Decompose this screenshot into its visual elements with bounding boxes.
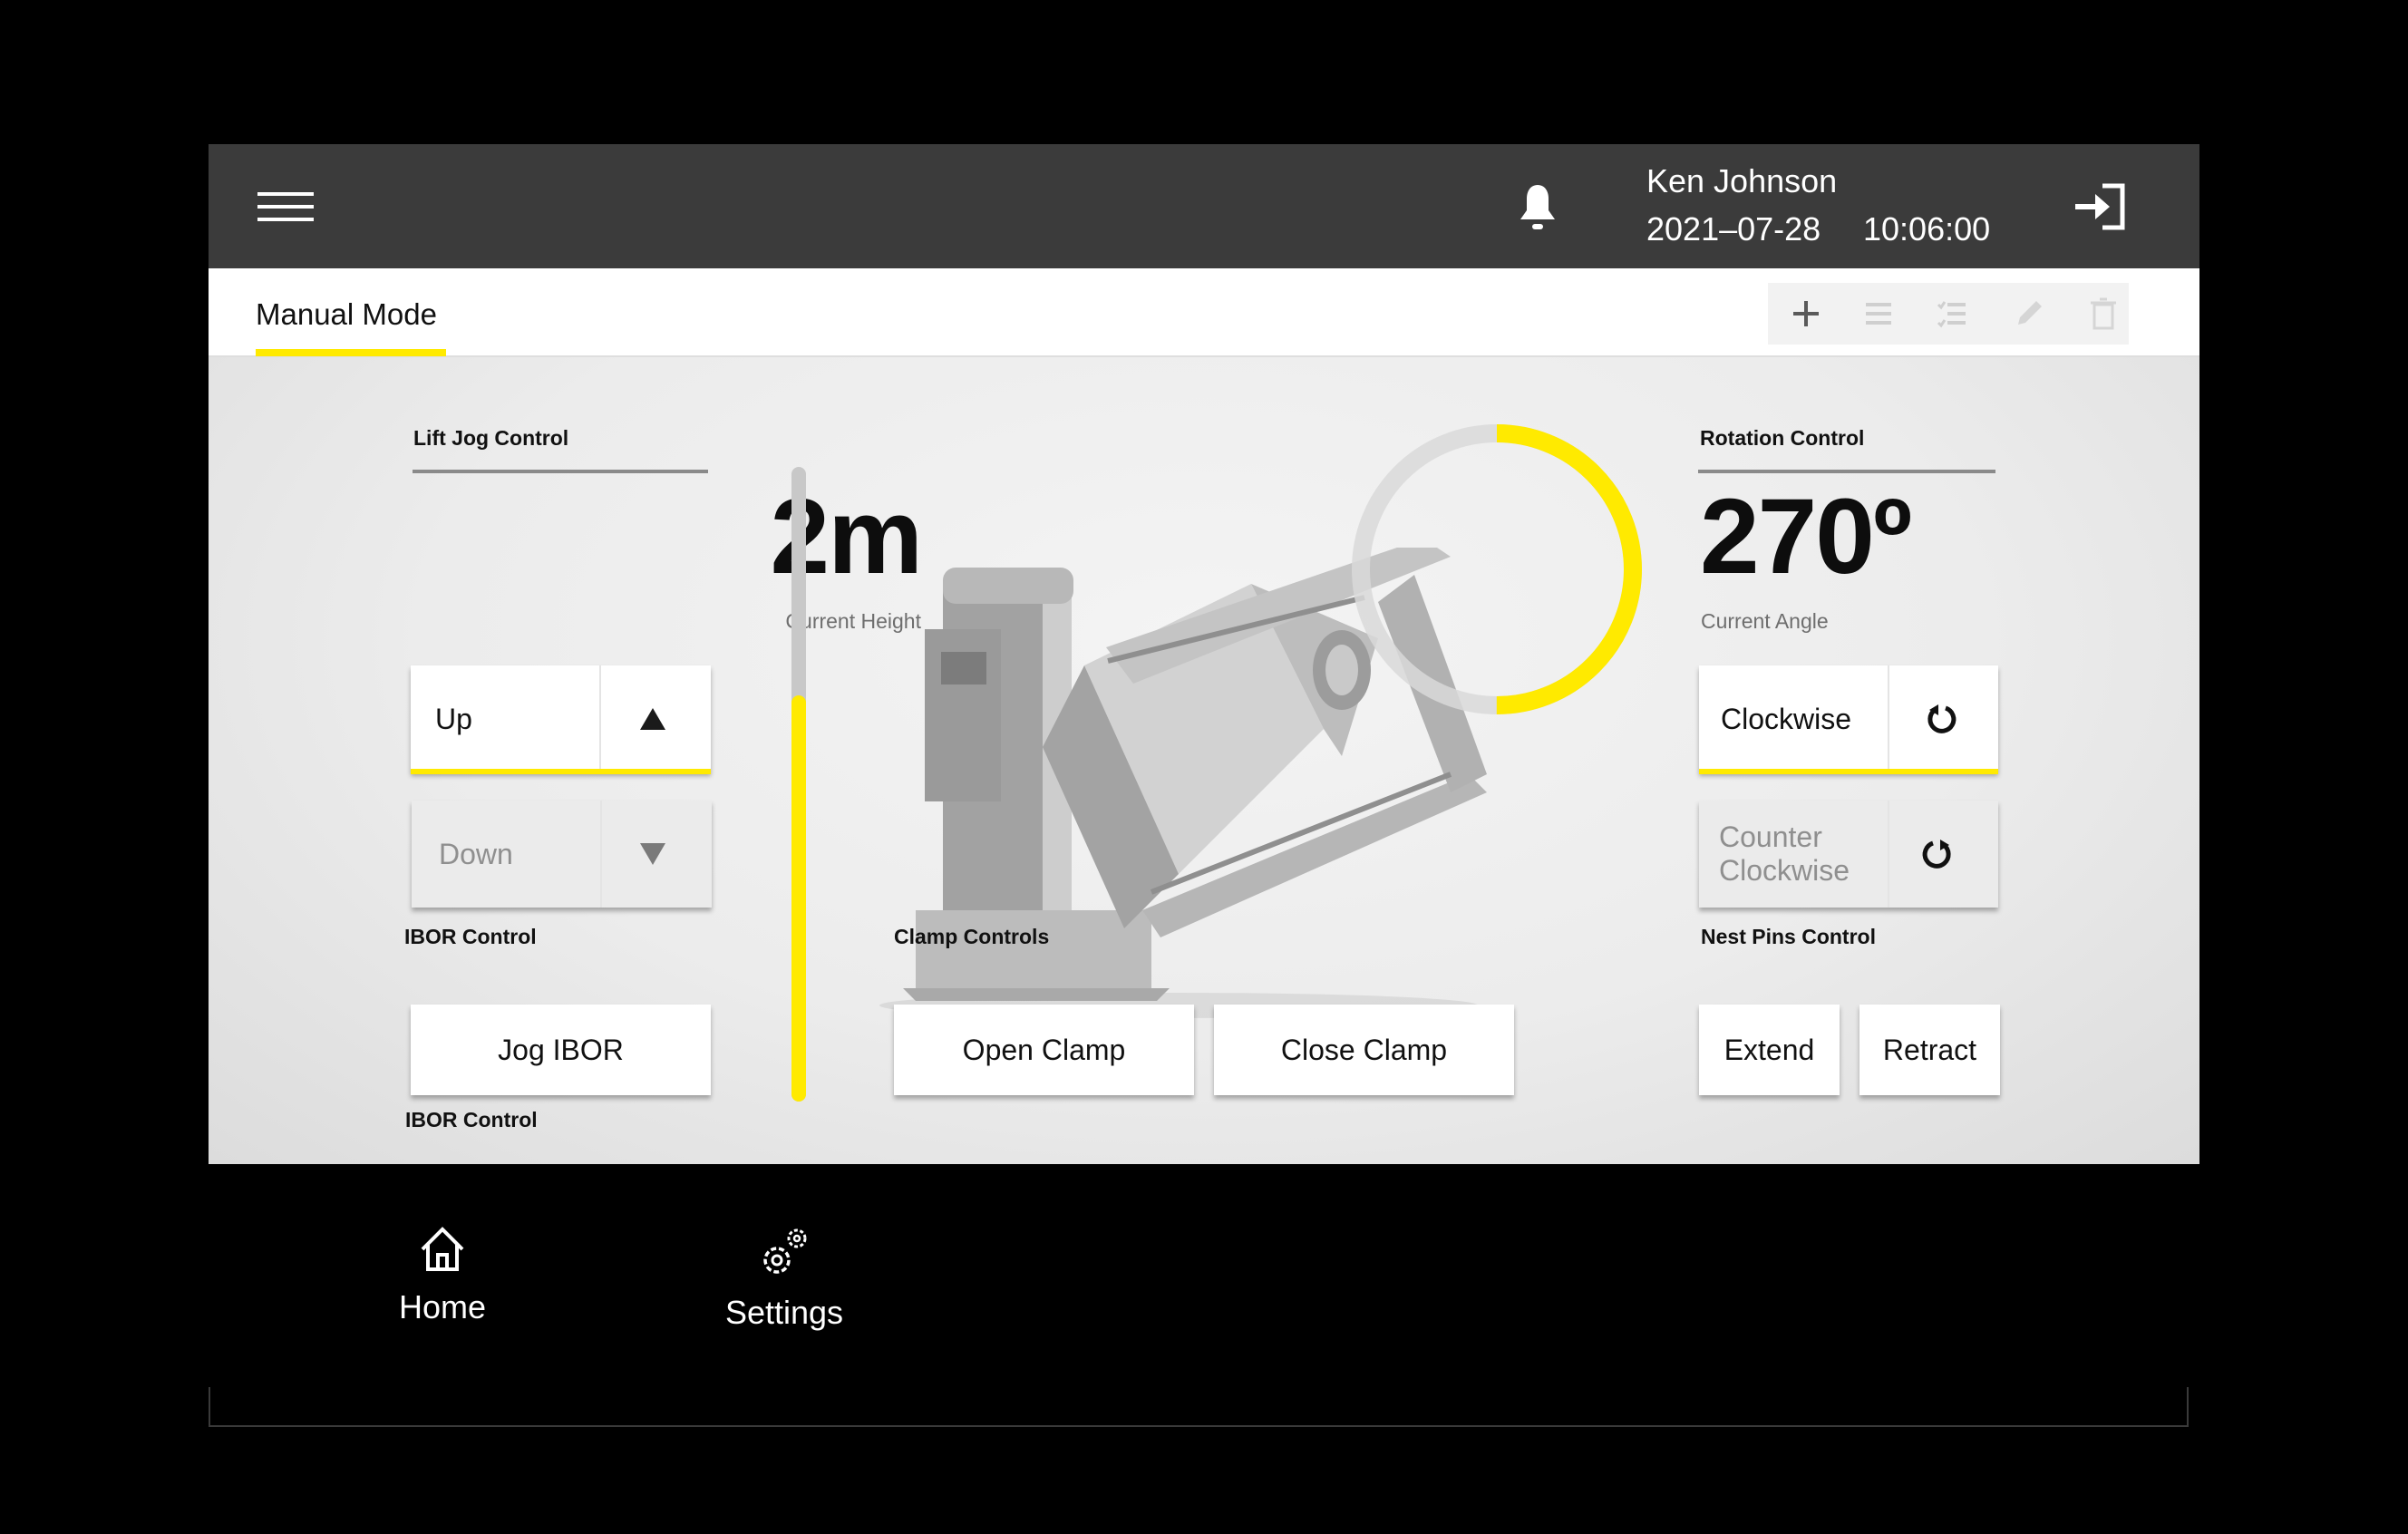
- tab-label: Manual Mode: [256, 297, 437, 331]
- rotation-angle-gauge: [1352, 424, 1642, 714]
- rotate-clockwise-button[interactable]: Clockwise: [1699, 665, 1998, 774]
- lift-up-button[interactable]: Up: [411, 665, 711, 774]
- close-clamp-label: Close Clamp: [1280, 1034, 1448, 1066]
- rotate-counter-clockwise-icon: [1922, 840, 1951, 869]
- current-angle-label: Current Angle: [1701, 609, 1829, 633]
- rotate-clockwise-icon: [1927, 704, 1956, 733]
- rotate-counter-clockwise-button[interactable]: Counter Clockwise: [1699, 801, 1998, 908]
- active-indicator: [411, 769, 711, 774]
- ibor-control-label: IBOR Control: [404, 925, 537, 948]
- clockwise-label: Clockwise: [1721, 703, 1852, 735]
- tab-manual-mode[interactable]: Manual Mode: [256, 268, 446, 357]
- lift-height-slider[interactable]: [791, 467, 806, 1102]
- nav-home[interactable]: Home: [379, 1224, 506, 1326]
- current-time: 10:06:00: [1863, 210, 1991, 248]
- clamp-controls-title: Clamp Controls: [894, 925, 1050, 948]
- lift-height-fill: [791, 695, 806, 1102]
- lift-down-button[interactable]: Down: [412, 801, 712, 908]
- bell-icon[interactable]: [1515, 183, 1560, 234]
- triangle-down-icon: [640, 843, 665, 865]
- user-name: Ken Johnson: [1646, 162, 1838, 199]
- nav-settings-label: Settings: [724, 1294, 844, 1331]
- jog-ibor-label: Jog IBOR: [498, 1034, 624, 1066]
- nav-settings[interactable]: Settings: [707, 1224, 861, 1332]
- hamburger-icon[interactable]: [257, 192, 314, 221]
- nav-home-label: Home: [398, 1288, 487, 1325]
- lift-section-rule: [413, 470, 708, 473]
- retract-label: Retract: [1882, 1034, 1977, 1066]
- jog-ibor-button[interactable]: Jog IBOR: [411, 1005, 711, 1095]
- tab-bar: Manual Mode: [209, 268, 2199, 357]
- plus-icon[interactable]: [1788, 296, 1824, 332]
- open-clamp-label: Open Clamp: [962, 1034, 1126, 1066]
- close-clamp-button[interactable]: Close Clamp: [1214, 1005, 1514, 1095]
- extend-pins-button[interactable]: Extend: [1699, 1005, 1840, 1095]
- checklist-icon[interactable]: [1935, 296, 1971, 332]
- current-date: 2021–07-28: [1646, 210, 1821, 248]
- home-icon: [421, 1227, 464, 1271]
- current-angle-value: 270º: [1700, 477, 1912, 597]
- lift-jog-control-title: Lift Jog Control: [413, 426, 569, 450]
- manual-mode-panel: Lift Jog Control 2m Current Height Up Do…: [209, 357, 2199, 1164]
- hmi-screen: Ken Johnson 2021–07-28 10:06:00 Manual M…: [209, 144, 2199, 1164]
- triangle-up-icon: [640, 708, 665, 730]
- trash-icon[interactable]: [2085, 296, 2122, 332]
- retract-pins-button[interactable]: Retract: [1859, 1005, 2000, 1095]
- up-label: Up: [435, 703, 472, 735]
- sign-in-icon[interactable]: [2072, 180, 2128, 233]
- active-indicator: [1699, 769, 1998, 774]
- list-icon[interactable]: [1860, 296, 1897, 332]
- settings-icon: [763, 1228, 807, 1274]
- counter-clockwise-label: Counter Clockwise: [1719, 820, 1850, 887]
- toolbar: [1768, 283, 2129, 345]
- ibor-control-title: IBOR Control: [405, 1108, 538, 1131]
- rotation-control-title: Rotation Control: [1700, 426, 1865, 450]
- open-clamp-button[interactable]: Open Clamp: [894, 1005, 1194, 1095]
- rotation-section-rule: [1698, 470, 1995, 473]
- bottom-frame: [209, 1387, 2189, 1427]
- nest-pins-control-title: Nest Pins Control: [1701, 925, 1876, 948]
- active-tab-indicator: [256, 349, 446, 356]
- pencil-icon[interactable]: [2011, 296, 2047, 332]
- down-label: Down: [439, 838, 513, 870]
- extend-label: Extend: [1723, 1034, 1815, 1066]
- top-bar: Ken Johnson 2021–07-28 10:06:00: [209, 144, 2199, 268]
